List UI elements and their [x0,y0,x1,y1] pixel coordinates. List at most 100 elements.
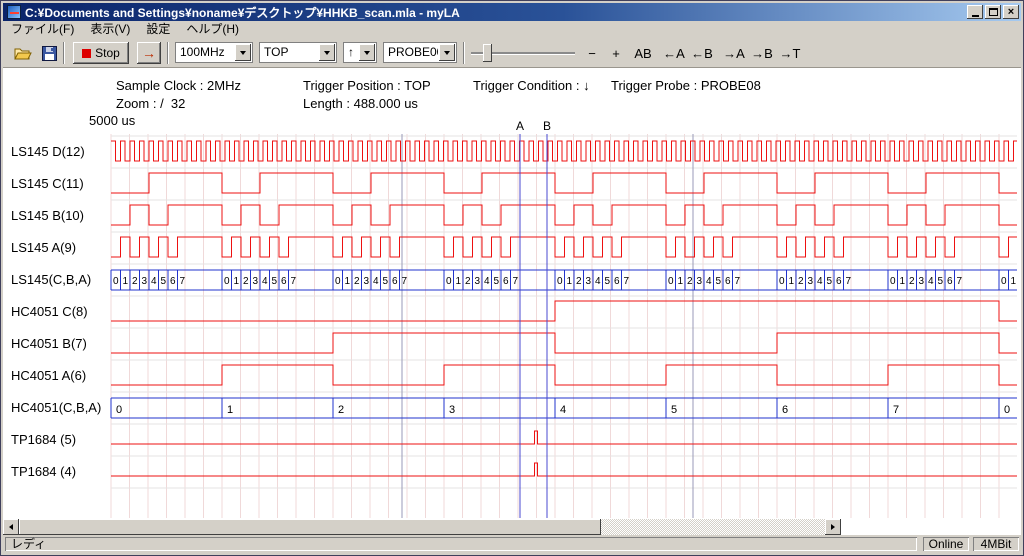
cursor-layer[interactable]: AB [516,119,551,518]
channel-label: LS145 C(11) [11,176,84,191]
svg-text:A: A [516,119,524,133]
ab-range-button[interactable]: AB [629,42,657,64]
svg-text:3: 3 [808,276,814,287]
svg-text:1: 1 [567,276,573,287]
waveform-canvas: 0123456701234567012345670123456701234567… [3,116,1021,520]
open-button[interactable] [11,42,35,64]
svg-text:6: 6 [281,276,287,287]
svg-text:1: 1 [789,276,795,287]
cursor-b-left-button[interactable]: ←B [689,42,715,64]
channel-label: HC4051(C,B,A) [11,400,101,415]
svg-text:7: 7 [957,276,963,287]
svg-text:4: 4 [560,404,566,416]
channel-label: HC4051 B(7) [11,336,87,351]
trigger-edge-value: ↑ [348,43,354,61]
open-folder-icon [14,46,32,61]
zoom-in-button[interactable]: + [605,42,627,64]
svg-text:6: 6 [947,276,953,287]
svg-text:2: 2 [243,276,249,287]
svg-text:7: 7 [624,276,630,287]
status-text: レディ [5,537,917,551]
zoom-slider[interactable] [471,42,575,64]
close-button[interactable]: × [1003,5,1019,19]
scrollbar-thumb[interactable] [19,519,601,535]
svg-text:1: 1 [227,404,233,416]
trigger-probe-select[interactable]: PROBE00 [383,42,457,63]
toolbar-separator [167,42,169,64]
chevron-down-icon[interactable] [439,44,455,61]
sample-clock-label: Sample Clock : 2MHz [116,78,241,93]
arrow-left-icon [9,524,13,530]
menu-settings[interactable]: 設定 [138,21,178,38]
minimize-icon [972,15,979,17]
svg-text:5: 5 [605,276,611,287]
cursor-a-left-button[interactable]: ←A [661,42,687,64]
svg-text:0: 0 [779,276,785,287]
svg-text:0: 0 [446,276,452,287]
chevron-down-icon[interactable] [235,44,251,61]
scroll-right-button[interactable] [825,519,841,535]
floppy-disk-icon [42,46,57,61]
svg-text:3: 3 [449,404,455,416]
svg-text:5: 5 [272,276,278,287]
menu-view[interactable]: 表示(V) [82,21,138,38]
svg-text:1: 1 [456,276,462,287]
trigger-probe-label: Trigger Probe : PROBE08 [611,78,761,93]
slider-thumb[interactable] [483,44,492,62]
channel-label: LS145 B(10) [11,208,84,223]
svg-text:0: 0 [113,276,119,287]
svg-text:7: 7 [180,276,186,287]
svg-text:2: 2 [798,276,804,287]
svg-text:5: 5 [716,276,722,287]
stop-button[interactable]: Stop [73,42,129,64]
svg-text:0: 0 [335,276,341,287]
svg-text:3: 3 [919,276,925,287]
chevron-down-icon[interactable] [359,44,375,61]
title-bar: C:¥Documents and Settings¥noname¥デスクトップ¥… [3,3,1021,21]
svg-text:0: 0 [116,404,122,416]
svg-text:5: 5 [938,276,944,287]
svg-text:6: 6 [782,404,788,416]
svg-text:5: 5 [383,276,389,287]
chevron-down-icon[interactable] [319,44,335,61]
svg-text:6: 6 [725,276,731,287]
svg-text:3: 3 [364,276,370,287]
stop-label: Stop [95,46,120,60]
trigger-edge-select[interactable]: ↑ [343,42,377,63]
menu-help[interactable]: ヘルプ(H) [178,21,247,38]
menu-file[interactable]: ファイル(F) [3,21,82,38]
horizontal-scrollbar[interactable] [3,519,841,535]
arrow-right-icon [831,524,835,530]
toolbar-separator [463,42,465,64]
svg-text:7: 7 [402,276,408,287]
window-title: C:¥Documents and Settings¥noname¥デスクトップ¥… [25,4,963,21]
cursor-b-right-button[interactable]: →B [749,42,775,64]
maximize-button[interactable] [985,5,1001,19]
svg-text:3: 3 [586,276,592,287]
svg-text:2: 2 [465,276,471,287]
run-button[interactable]: → [137,42,161,64]
channel-label: TP1684 (4) [11,464,76,479]
sample-clock-select[interactable]: 100MHz [175,42,253,63]
goto-trigger-button[interactable]: →T [777,42,803,64]
svg-text:4: 4 [817,276,823,287]
channel-label: HC4051 C(8) [11,304,88,319]
svg-text:4: 4 [484,276,490,287]
run-arrow-icon: → [142,45,156,61]
stop-icon [82,49,91,58]
trigger-condition-label: Trigger Condition : ↓ [473,78,590,93]
svg-text:2: 2 [338,404,344,416]
svg-text:6: 6 [503,276,509,287]
app-window: C:¥Documents and Settings¥noname¥デスクトップ¥… [0,0,1024,556]
waveform-area[interactable]: 0123456701234567012345670123456701234567… [3,116,1021,520]
svg-text:4: 4 [262,276,268,287]
minimize-button[interactable] [967,5,983,19]
scroll-left-button[interactable] [3,519,19,535]
svg-text:6: 6 [614,276,620,287]
cursor-a-right-button[interactable]: →A [721,42,747,64]
save-button[interactable] [37,42,61,64]
zoom-out-button[interactable]: − [581,42,603,64]
svg-text:0: 0 [1004,404,1010,416]
svg-text:7: 7 [846,276,852,287]
trigger-position-select[interactable]: TOP [259,42,337,63]
